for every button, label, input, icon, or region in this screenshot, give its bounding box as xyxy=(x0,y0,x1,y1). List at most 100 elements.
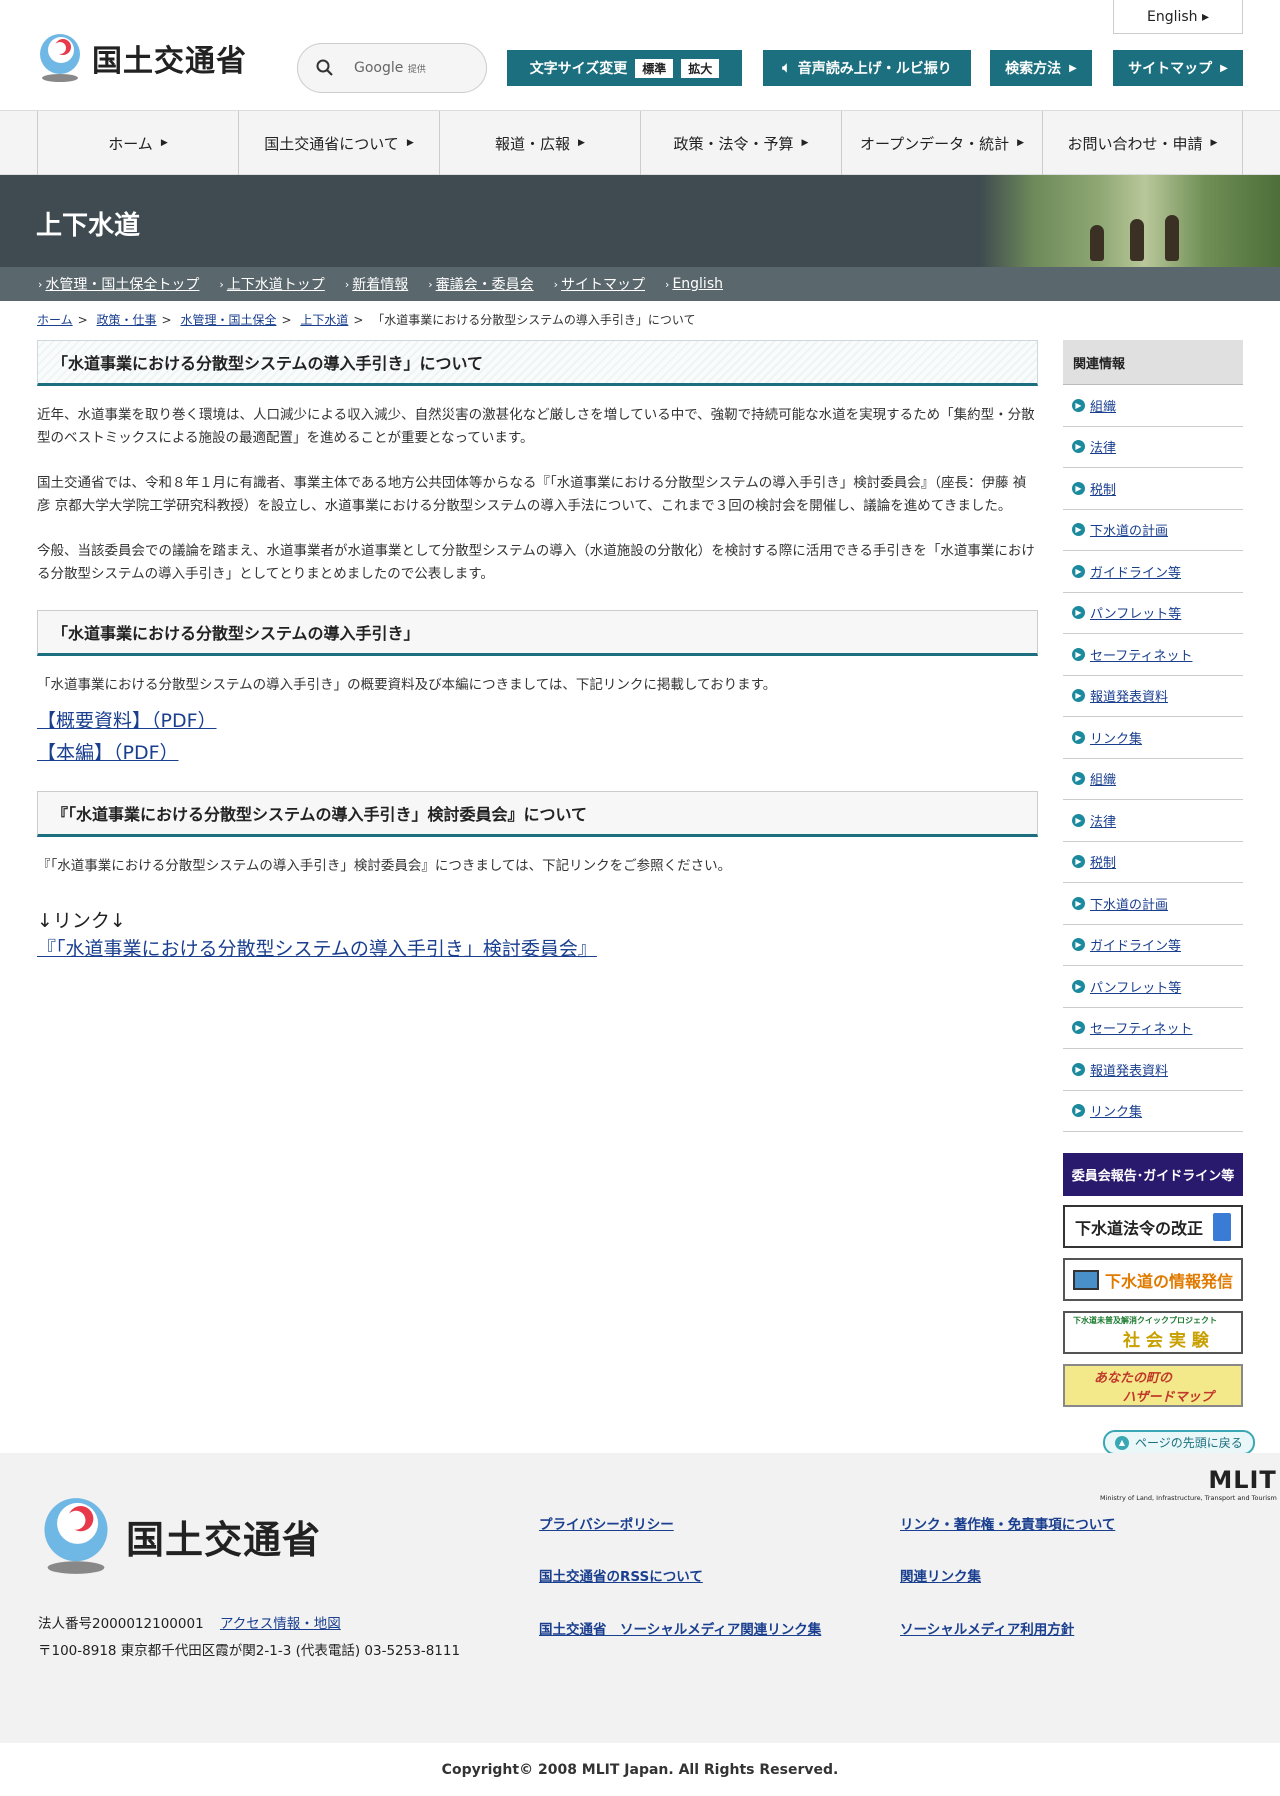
arrow-circle-icon: ▶ xyxy=(1072,813,1085,827)
page-top-button[interactable]: ▲ ページの先頭に戻る xyxy=(1103,1430,1255,1455)
font-size-normal-button[interactable]: 標準 xyxy=(635,58,674,78)
org-name: 国土交通省 xyxy=(92,44,247,79)
gnav-press[interactable]: 報道・広報 ▶ xyxy=(439,111,640,175)
breadcrumb-link[interactable]: 水管理・国土保全 xyxy=(180,313,276,327)
triangle-right-icon: ▶ xyxy=(1017,138,1025,148)
intro-paragraph: 近年、水道事業を取り巻く環境は、人口減少による収入減少、自然災害の激甚化など厳し… xyxy=(37,407,1035,446)
subnav-link[interactable]: 水管理・国土保全トップ xyxy=(45,274,199,294)
arrow-circle-icon: ▶ xyxy=(1072,1062,1085,1076)
sidebar-item[interactable]: ▶ 税制 xyxy=(1063,468,1243,510)
book-icon xyxy=(1213,1212,1231,1241)
subnav-link[interactable]: サイトマップ xyxy=(561,274,645,294)
sidebar-item[interactable]: ▶ 組織 xyxy=(1063,385,1243,427)
gnav-home[interactable]: ホーム ▶ xyxy=(37,111,238,175)
mlit-wordmark: MLIT Ministry of Land, Infrastructure, T… xyxy=(1100,1466,1277,1502)
arrow-circle-icon: ▶ xyxy=(1072,1021,1085,1035)
subnav-link[interactable]: English xyxy=(672,276,723,292)
summary-pdf-link[interactable]: 【概要資料】（PDF） xyxy=(37,710,217,732)
footer-logo[interactable]: 国土交通省 xyxy=(38,1495,321,1577)
voice-reader-button[interactable]: 🔈︎ 音声読み上げ・ルビ振り xyxy=(763,50,971,86)
triangle-right-icon: ▶ xyxy=(406,138,414,148)
sidebar-item[interactable]: ▶ 下水道の計画 xyxy=(1063,510,1243,551)
page-title: 「水道事業における分散型システムの導入手引き」について xyxy=(37,340,1038,386)
sidebar-item[interactable]: ▶ 法律 xyxy=(1063,800,1243,842)
sidebar-item[interactable]: ▶ パンフレット等 xyxy=(1063,593,1243,634)
font-size-control: 文字サイズ変更 標準 拡大 xyxy=(507,50,742,86)
gnav-contact[interactable]: お問い合わせ・申請 ▶ xyxy=(1042,111,1243,175)
info-banner[interactable]: 下水道の情報発信 xyxy=(1063,1258,1243,1301)
main-pdf-link[interactable]: 【本編】（PDF） xyxy=(37,742,179,764)
sidebar-item[interactable]: ▶ パンフレット等 xyxy=(1063,966,1243,1008)
sidebar-item[interactable]: ▶ セーフティネット xyxy=(1063,1008,1243,1049)
english-button[interactable]: English ▸ xyxy=(1113,0,1243,34)
arrow-icon: › xyxy=(344,277,350,291)
sidebar-item[interactable]: ▶ 組織 xyxy=(1063,759,1243,800)
arrow-icon: › xyxy=(553,277,559,291)
committee-report-banner[interactable]: 委員会報告･ガイドライン等 xyxy=(1063,1153,1243,1196)
arrow-icon: › xyxy=(665,277,670,291)
section-heading: 「水道事業における分散型システムの導入手引き」 xyxy=(37,610,1038,656)
section-text: 『「水道事業における分散型システムの導入手引き」検討委員会』につきましては、下記… xyxy=(37,858,732,874)
site-header: 国土交通省 English ▸ Google 提供 文字サイズ変更 標準 拡大 … xyxy=(0,0,1280,111)
subnav-link[interactable]: 審議会・委員会 xyxy=(436,274,534,294)
breadcrumb: ホーム > 政策・仕事 > 水管理・国土保全 > 上下水道 > 「水道事業における分散型… xyxy=(37,313,696,327)
breadcrumb-link[interactable]: 上下水道 xyxy=(300,313,348,327)
sidebar-item[interactable]: ▶ 報道発表資料 xyxy=(1063,676,1243,717)
triangle-right-icon: ▶ xyxy=(801,138,809,148)
intro-paragraph: 今般、当該委員会での議論を踏まえ、水道事業者が水道事業として分散型システムの導入… xyxy=(37,543,1035,582)
font-size-label: 文字サイズ変更 xyxy=(529,61,628,77)
qp-banner[interactable]: 下水道未普及解消クイックプロジェクト 社 会 実 験 xyxy=(1063,1311,1243,1354)
triangle-right-icon: ▶ xyxy=(1069,62,1077,74)
site-footer: 国土交通省 法人番号2000012100001 アクセス情報・地図 〒100-8… xyxy=(0,1453,1280,1743)
gnav-policy[interactable]: 政策・法令・予算 ▶ xyxy=(640,111,841,175)
sidebar-item[interactable]: ▶ リンク集 xyxy=(1063,1091,1243,1132)
triangle-right-icon: ▶ xyxy=(1220,62,1228,74)
gnav-about[interactable]: 国土交通省について ▶ xyxy=(238,111,439,175)
committee-link[interactable]: 『「水道事業における分散型システムの導入手引き」検討委員会』 xyxy=(37,938,597,960)
mlit-logo-icon xyxy=(40,34,80,82)
intro-paragraph: 国土交通省では、令和８年１月に有識者、事業主体である地方公共団体等からなる『「水… xyxy=(37,475,1027,514)
sidebar-item[interactable]: ▶ 報道発表資料 xyxy=(1063,1049,1243,1091)
font-size-large-button[interactable]: 拡大 xyxy=(681,58,720,78)
access-link[interactable]: アクセス情報・地図 xyxy=(220,1616,341,1632)
law-revision-banner[interactable]: 下水道法令の改正 xyxy=(1063,1205,1243,1248)
rss-link[interactable]: 国土交通省のRSSについて xyxy=(539,1565,703,1585)
sidebar-item[interactable]: ▶ ガイドライン等 xyxy=(1063,551,1243,593)
social-policy-link[interactable]: ソーシャルメディア利用方針 xyxy=(900,1618,1074,1638)
search-method-button[interactable]: 検索方法 ▶ xyxy=(990,50,1092,86)
breadcrumb-link[interactable]: 政策・仕事 xyxy=(97,313,157,327)
hazard-map-banner[interactable]: あなたの町の ハザードマップ xyxy=(1063,1364,1243,1407)
arrow-icon: › xyxy=(38,277,43,291)
arrow-circle-icon: ▶ xyxy=(1072,523,1085,537)
section-subnav: › 水管理・国土保全トップ › 上下水道トップ › 新着情報 › 審議会・委員会 › サイ… xyxy=(0,267,1280,301)
sidebar-item[interactable]: ▶ ガイドライン等 xyxy=(1063,925,1243,966)
gnav-opendata[interactable]: オープンデータ・統計 ▶ xyxy=(841,111,1042,175)
global-nav: ホーム ▶ 国土交通省について ▶ 報道・広報 ▶ 政策・法令・予算 ▶ オープンデータ… xyxy=(0,111,1280,175)
sidebar-item[interactable]: ▶ 法律 xyxy=(1063,427,1243,468)
arrow-circle-icon: ▶ xyxy=(1072,979,1085,993)
arrow-circle-icon: ▶ xyxy=(1072,647,1085,661)
subnav-link[interactable]: 上下水道トップ xyxy=(227,274,325,294)
arrow-circle-icon: ▶ xyxy=(1072,730,1085,744)
sidebar-item[interactable]: ▶ 下水道の計画 xyxy=(1063,883,1243,925)
sidebar-item[interactable]: ▶ セーフティネット xyxy=(1063,634,1243,676)
search-box[interactable]: Google 提供 xyxy=(297,43,487,93)
copyright-link[interactable]: リンク・著作権・免責事項について xyxy=(900,1513,1115,1533)
photo-figure xyxy=(1165,215,1179,261)
triangle-right-icon: ▶ xyxy=(578,138,585,148)
breadcrumb-link[interactable]: ホーム xyxy=(37,313,73,327)
social-links-link[interactable]: 国土交通省 ソーシャルメディア関連リンク集 xyxy=(539,1618,821,1638)
sidebar: 関連情報 ▶ 組織 ▶ 法律 ▶ 税制 ▶ 下水道の計画 ▶ ガイドライン等 ▶ パンフレッ… xyxy=(1063,340,1243,1132)
subnav-link[interactable]: 新着情報 xyxy=(352,274,408,294)
related-links-link[interactable]: 関連リンク集 xyxy=(900,1565,981,1585)
sidebar-item[interactable]: ▶ リンク集 xyxy=(1063,717,1243,759)
arrow-circle-icon: ▶ xyxy=(1072,481,1085,495)
site-logo[interactable]: 国土交通省 xyxy=(36,32,247,84)
arrow-circle-icon: ▶ xyxy=(1072,938,1085,952)
privacy-link[interactable]: プライバシーポリシー xyxy=(539,1513,674,1533)
breadcrumb-current: 「水道事業における分散型システムの導入手引き」について xyxy=(372,313,696,327)
arrow-circle-icon: ▶ xyxy=(1072,606,1085,620)
sidebar-heading: 関連情報 xyxy=(1063,340,1243,385)
sitemap-button[interactable]: サイトマップ ▶ xyxy=(1113,50,1243,86)
sidebar-item[interactable]: ▶ 税制 xyxy=(1063,842,1243,883)
